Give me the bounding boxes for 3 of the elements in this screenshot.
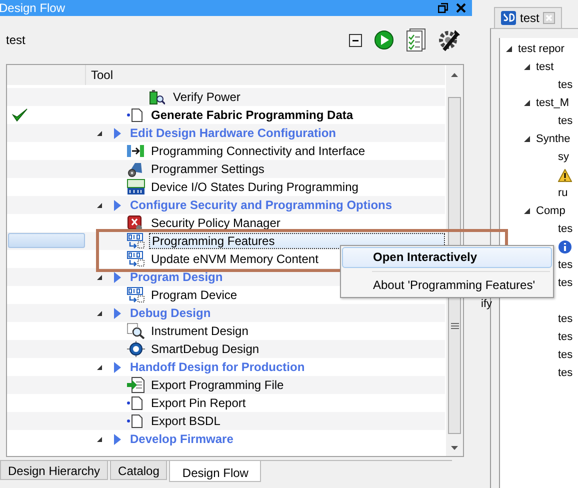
panel-title: Design Flow: [0, 1, 66, 15]
report-tab-label: test: [520, 11, 540, 25]
project-name: test: [6, 33, 26, 47]
